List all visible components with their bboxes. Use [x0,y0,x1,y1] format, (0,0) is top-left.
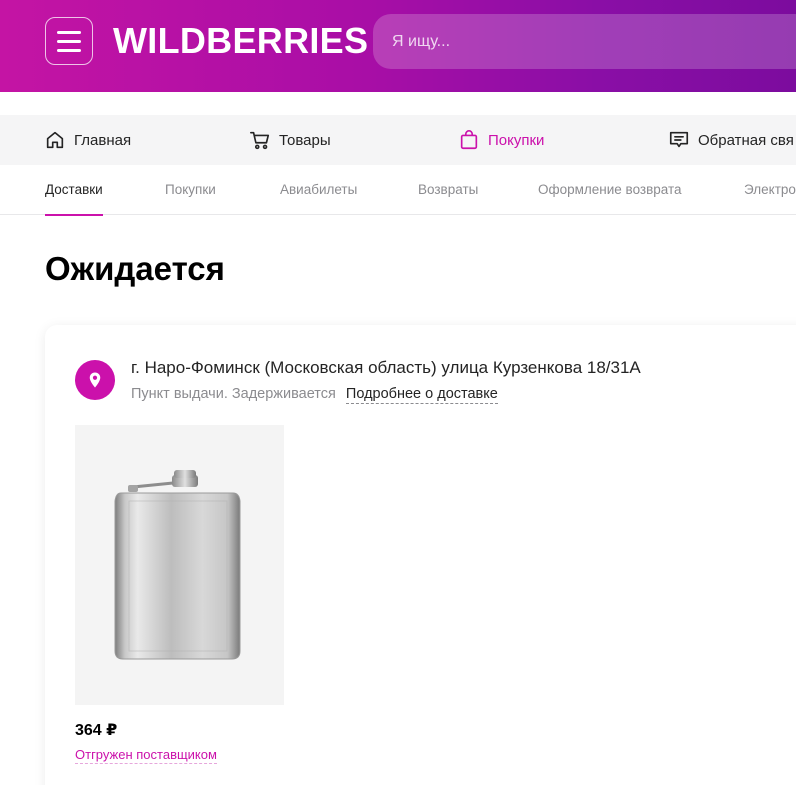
tab-electronic[interactable]: Электро [744,165,796,215]
nav-item-label: Главная [74,131,132,149]
product-price: 364 ₽ [75,722,118,739]
menu-button[interactable] [45,17,93,65]
tab-returns[interactable]: Возвраты [418,165,478,215]
product-image[interactable] [75,425,284,705]
bag-icon [460,130,478,150]
nav-item-home[interactable]: Главная [44,115,131,165]
home-icon [46,131,64,149]
feedback-icon [669,131,689,148]
pickup-info: Пункт выдачи. Задерживается Подробнее о … [131,386,498,404]
tab-air-tickets[interactable]: Авиабилеты [280,165,357,215]
tab-return-processing[interactable]: Оформление возврата [538,165,682,215]
nav-item-goods[interactable]: Товары [249,115,331,165]
logo[interactable]: WILDBERRIES [113,20,368,62]
delivery-details-link[interactable]: Подробнее о доставке [345,386,498,404]
header: WILDBERRIES [0,0,796,92]
pickup-status: Пункт выдачи. Задерживается [131,386,336,402]
nav-item-purchases[interactable]: Покупки [458,115,544,165]
map-pin-icon [89,372,101,388]
delivery-card: г. Наро-Фоминск (Московская область) ули… [45,325,796,785]
hamburger-icon [57,30,81,34]
tab-purchases[interactable]: Покупки [165,165,216,215]
nav-item-label: Покупки [488,131,545,149]
page-title: Ожидается [45,250,225,287]
shipment-status[interactable]: Отгружен поставщиком [75,747,217,764]
top-navigation: Главная Товары Покупки Обратная свя [0,115,796,165]
nav-item-feedback[interactable]: Обратная свя [668,115,794,165]
location-pin [75,360,115,400]
delivery-address: г. Наро-Фоминск (Московская область) ули… [131,358,641,377]
nav-item-label: Обратная свя [698,131,794,149]
search-bar[interactable] [373,14,796,69]
sub-tabs: Доставки Покупки Авиабилеты Возвраты Офо… [0,165,796,216]
search-input[interactable] [392,32,772,51]
flask-image [114,470,241,660]
tab-deliveries[interactable]: Доставки [45,165,103,216]
cart-icon [250,131,270,150]
nav-item-label: Товары [279,131,331,149]
